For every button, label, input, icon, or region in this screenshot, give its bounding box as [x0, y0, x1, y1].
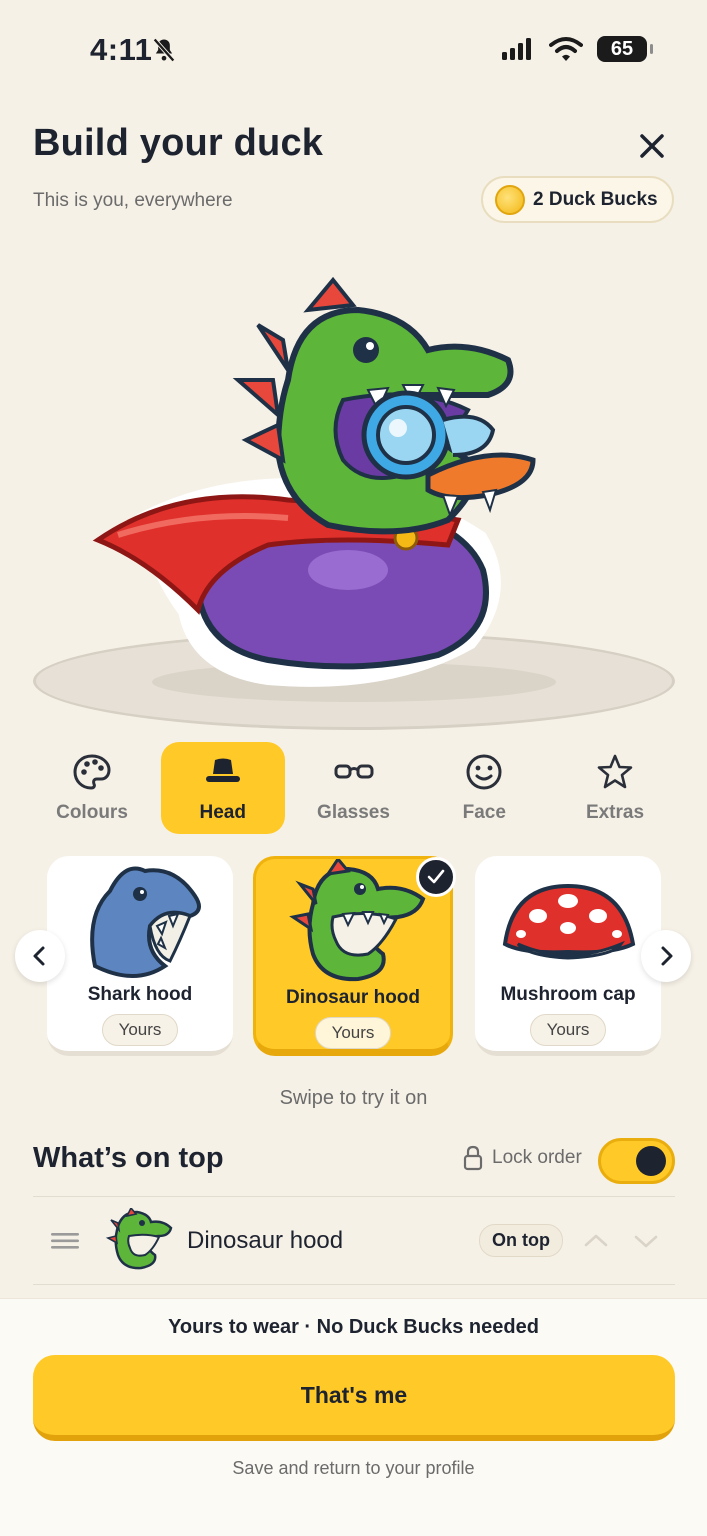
chevron-up-icon[interactable] — [581, 1226, 611, 1256]
tab-glasses-label: Glasses — [317, 802, 390, 823]
tab-extras-label: Extras — [585, 802, 645, 823]
item-name: Shark hood — [87, 984, 193, 1005]
duck-bucks-badge[interactable]: 2 Duck Bucks — [481, 176, 674, 223]
mushroom-cap-image — [502, 883, 636, 960]
item-status-pill: Yours — [529, 1014, 607, 1046]
status-time: 4:11 — [90, 32, 153, 67]
thats-me-button[interactable]: That's me — [33, 1355, 675, 1441]
close-button[interactable] — [630, 124, 674, 168]
carousel-prev-button[interactable] — [15, 930, 65, 982]
smiley-icon — [466, 754, 502, 790]
divider — [33, 1284, 675, 1285]
swipe-hint: Swipe to try it on — [279, 1087, 428, 1109]
toggle-knob — [636, 1146, 666, 1176]
close-icon — [640, 134, 664, 158]
cta-subtext: Save and return to your profile — [232, 1458, 475, 1478]
palette-icon — [73, 754, 111, 790]
on-top-badge: On top — [479, 1224, 563, 1257]
page-title: Build your duck — [33, 122, 324, 164]
item-card-mushroom-cap[interactable]: Mushroom cap Yours — [475, 856, 661, 1056]
lock-order-label-group: Lock order — [462, 1145, 582, 1171]
shark-hood-image — [90, 866, 201, 978]
item-status-pill: Yours — [101, 1014, 179, 1046]
tab-head-label: Head — [199, 802, 246, 823]
battery-indicator: 65 — [597, 36, 653, 62]
tab-glasses[interactable]: Glasses — [292, 742, 416, 834]
item-name: Mushroom cap — [500, 984, 636, 1005]
page-subtitle: This is you, everywhere — [33, 190, 233, 211]
coin-icon — [495, 184, 525, 215]
tab-head[interactable]: Head — [160, 742, 285, 834]
selected-check-badge — [416, 857, 456, 897]
item-card-dinosaur-hood[interactable]: Dinosaur hood Yours — [253, 856, 456, 1056]
chevron-right-icon — [661, 946, 673, 966]
divider — [33, 1196, 675, 1197]
chevron-left-icon — [33, 946, 45, 966]
tab-face-label: Face — [462, 802, 506, 823]
drag-handle-icon[interactable] — [51, 1232, 79, 1250]
dinosaur-hood-image — [289, 859, 426, 982]
item-card-shark-hood[interactable]: Shark hood Yours — [47, 856, 233, 1056]
footer-note: Yours to wear · No Duck Bucks needed — [168, 1316, 539, 1338]
tab-face[interactable]: Face — [422, 742, 546, 834]
duck-avatar — [92, 276, 536, 687]
layer-name: Dinosaur hood — [187, 1227, 344, 1254]
tab-colours-label: Colours — [56, 802, 128, 823]
status-indicators: 65 — [501, 36, 653, 62]
signal-icon — [502, 38, 531, 60]
tab-colours[interactable]: Colours — [30, 742, 154, 834]
checkmark-icon — [427, 869, 445, 884]
tab-extras[interactable]: Extras — [553, 742, 677, 834]
lock-icon — [463, 1145, 483, 1171]
layer-row: Dinosaur hood On top — [33, 1198, 675, 1284]
carousel-next-button[interactable] — [641, 930, 691, 982]
hat-icon — [205, 758, 240, 782]
bell-muted-icon — [153, 38, 175, 62]
category-tabs: Colours Head Glasses Face Extras — [30, 742, 677, 834]
lock-order-label: Lock order — [492, 1147, 582, 1168]
glasses-icon — [334, 764, 373, 779]
layers-title: What’s on top — [33, 1142, 224, 1174]
duck-bucks-label: 2 Duck Bucks — [533, 188, 658, 210]
item-status-pill: Yours — [314, 1017, 392, 1049]
dinosaur-hood-thumbnail — [105, 1208, 173, 1270]
wifi-icon — [549, 37, 583, 61]
star-icon — [597, 754, 633, 789]
lock-order-toggle[interactable] — [598, 1138, 675, 1184]
chevron-down-icon[interactable] — [631, 1226, 661, 1256]
item-name: Dinosaur hood — [285, 987, 421, 1008]
